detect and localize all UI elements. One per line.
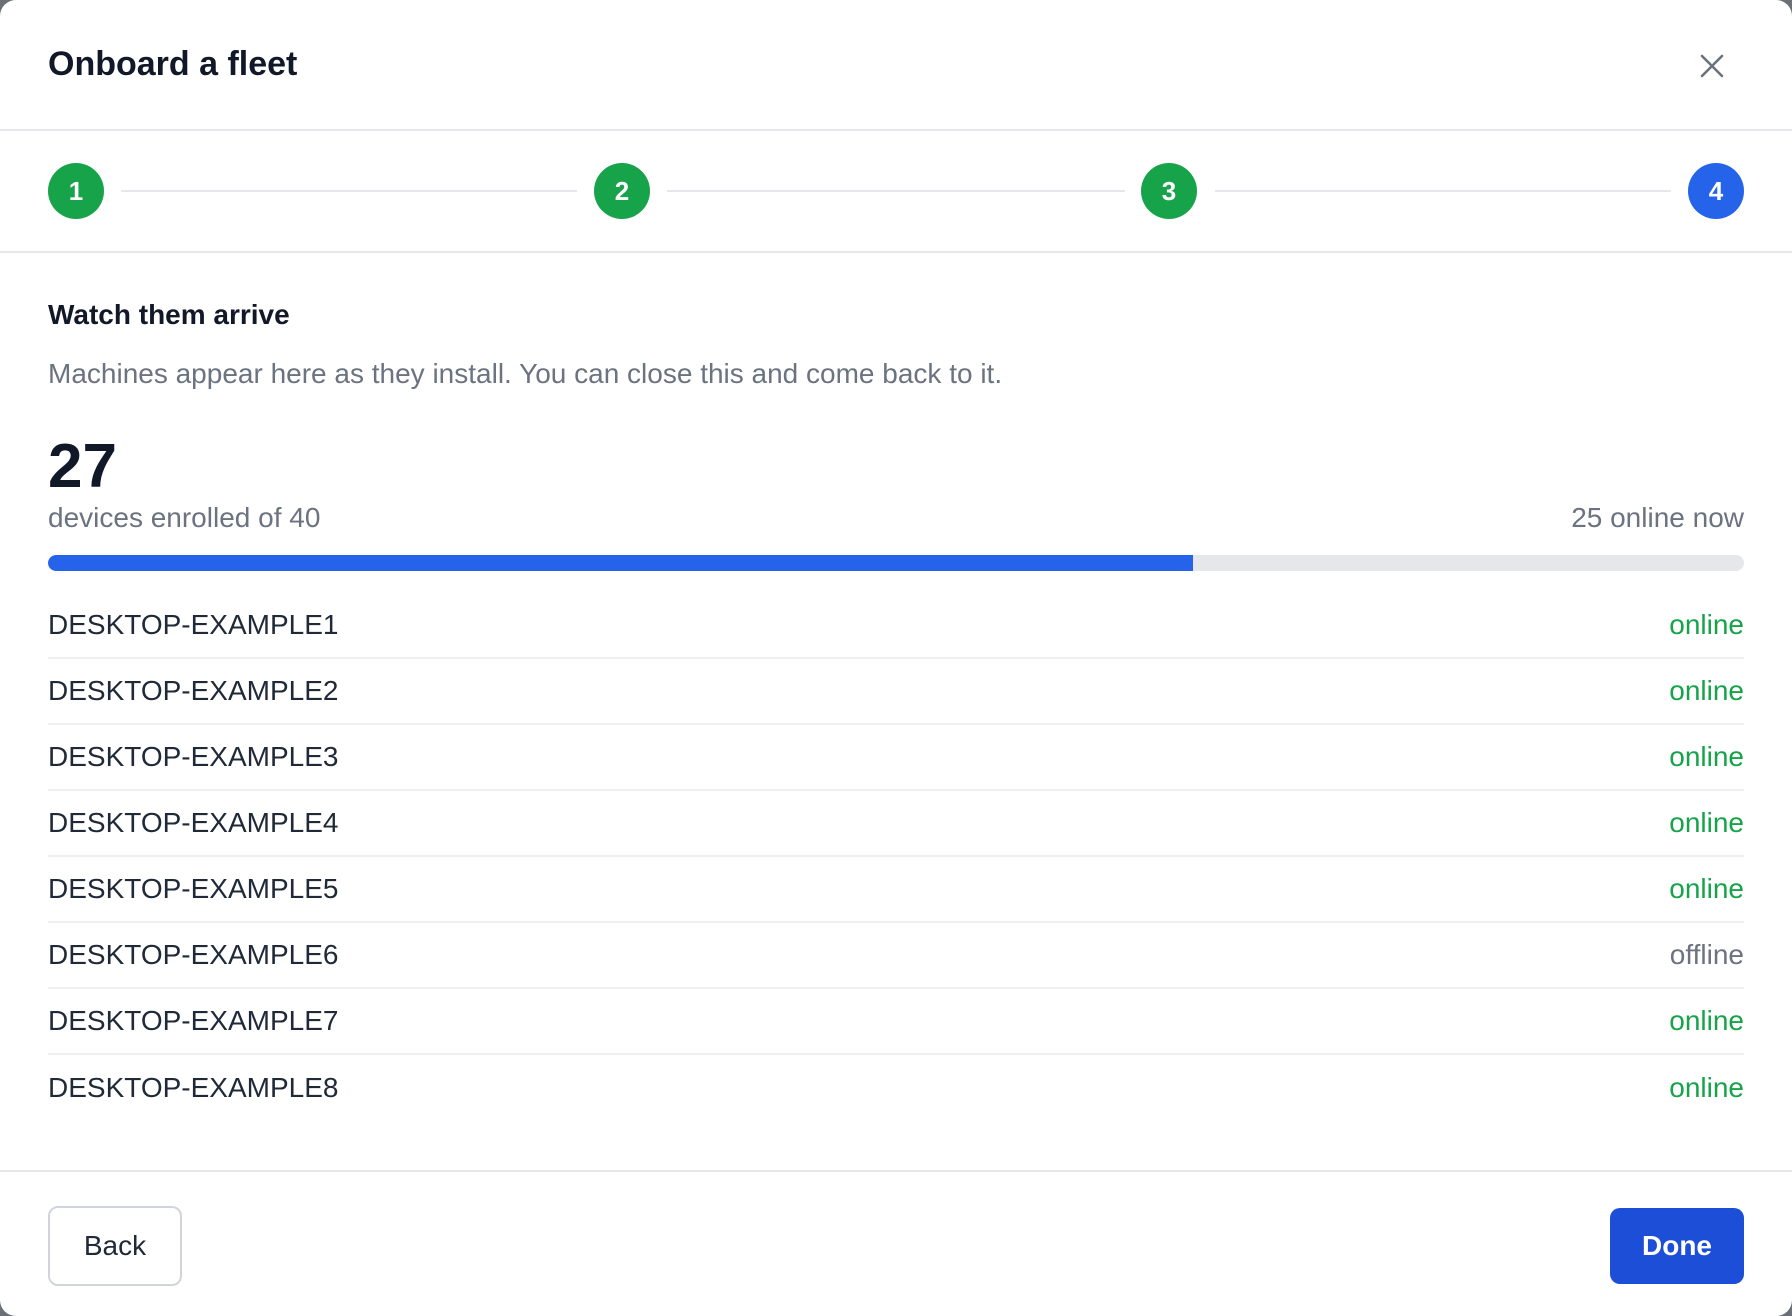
enrollment-progress-bar <box>48 555 1744 571</box>
stepper: 1 2 3 4 <box>0 131 1792 253</box>
device-status: online <box>1669 609 1744 640</box>
dialog-body: Watch them arrive Machines appear here a… <box>0 253 1792 1173</box>
enrolled-label: devices enrolled of 40 <box>48 502 321 533</box>
device-name: DESKTOP-EXAMPLE1 <box>48 609 339 640</box>
enrolled-count: 27 <box>48 432 117 501</box>
step-1[interactable]: 1 <box>48 163 104 219</box>
device-status: online <box>1669 675 1744 706</box>
device-row[interactable]: DESKTOP-EXAMPLE1 online <box>48 593 1744 659</box>
device-status: online <box>1669 873 1744 904</box>
section-description: Machines appear here as they install. Yo… <box>48 358 1003 389</box>
device-name: DESKTOP-EXAMPLE7 <box>48 1005 339 1036</box>
close-button[interactable] <box>1688 42 1736 90</box>
device-name: DESKTOP-EXAMPLE8 <box>48 1072 339 1103</box>
step-connector <box>121 190 577 192</box>
device-name: DESKTOP-EXAMPLE6 <box>48 939 339 970</box>
progress-fill <box>48 555 1193 571</box>
device-name: DESKTOP-EXAMPLE3 <box>48 741 339 772</box>
device-name: DESKTOP-EXAMPLE4 <box>48 807 339 838</box>
back-button[interactable]: Back <box>48 1206 182 1286</box>
dialog-footer: Back Done <box>0 1170 1792 1316</box>
dialog-title: Onboard a fleet <box>48 45 298 83</box>
device-name: DESKTOP-EXAMPLE5 <box>48 873 339 904</box>
device-row[interactable]: DESKTOP-EXAMPLE6 offline <box>48 923 1744 989</box>
step-2[interactable]: 2 <box>594 163 650 219</box>
device-row[interactable]: DESKTOP-EXAMPLE8 online <box>48 1055 1744 1121</box>
device-status: online <box>1669 1005 1744 1036</box>
device-name: DESKTOP-EXAMPLE2 <box>48 675 339 706</box>
device-status: online <box>1669 807 1744 838</box>
device-row[interactable]: DESKTOP-EXAMPLE2 online <box>48 659 1744 725</box>
device-status: online <box>1669 741 1744 772</box>
step-connector <box>667 190 1125 192</box>
device-row[interactable]: DESKTOP-EXAMPLE3 online <box>48 725 1744 791</box>
device-status: online <box>1669 1072 1744 1103</box>
step-3[interactable]: 3 <box>1141 163 1197 219</box>
step-number: 3 <box>1161 176 1177 206</box>
online-now-count: 25 online now <box>1571 502 1744 533</box>
step-number: 1 <box>68 176 84 206</box>
done-button[interactable]: Done <box>1610 1208 1744 1284</box>
onboard-fleet-dialog: Onboard a fleet 1 2 3 4 Watch them arriv… <box>0 0 1792 1316</box>
close-icon <box>1700 54 1724 78</box>
device-row[interactable]: DESKTOP-EXAMPLE5 online <box>48 857 1744 923</box>
device-row[interactable]: DESKTOP-EXAMPLE7 online <box>48 989 1744 1055</box>
device-list: DESKTOP-EXAMPLE1 online DESKTOP-EXAMPLE2 on… <box>48 593 1744 1121</box>
step-number: 4 <box>1708 176 1724 206</box>
section-title: Watch them arrive <box>48 299 290 330</box>
step-connector <box>1215 190 1671 192</box>
dialog-header: Onboard a fleet <box>0 0 1792 131</box>
device-status: offline <box>1669 939 1744 970</box>
device-row[interactable]: DESKTOP-EXAMPLE4 online <box>48 791 1744 857</box>
step-number: 2 <box>614 176 630 206</box>
step-4[interactable]: 4 <box>1688 163 1744 219</box>
